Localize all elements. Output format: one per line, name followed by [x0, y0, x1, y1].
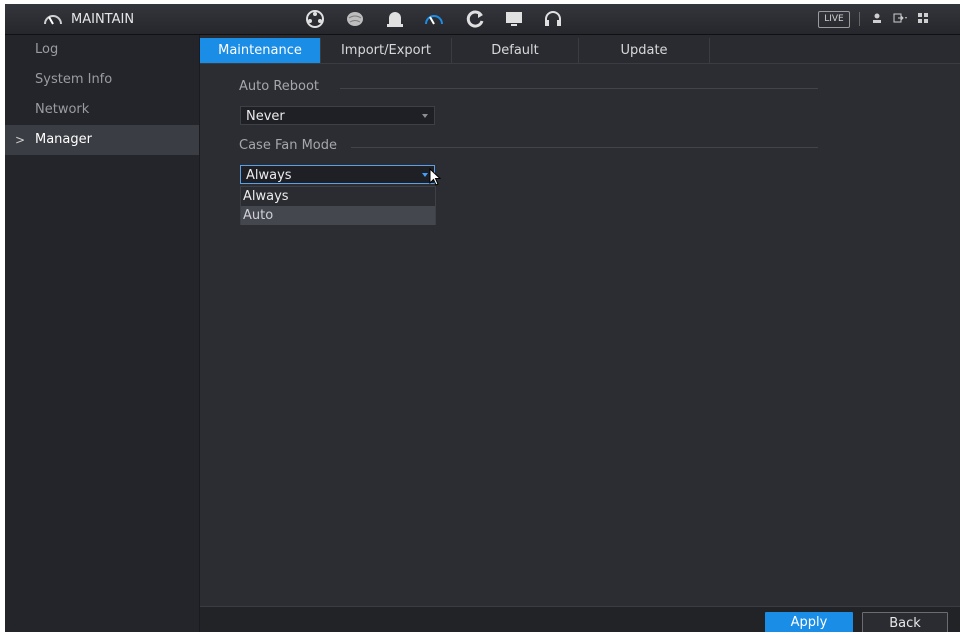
tab-update[interactable]: Update	[579, 38, 710, 63]
chevron-down-icon	[422, 173, 428, 177]
sidebar-item-label: Log	[35, 42, 59, 57]
sidebar-item-system-info[interactable]: System Info	[5, 65, 199, 95]
user-icon[interactable]	[871, 12, 883, 26]
section-divider	[351, 147, 818, 148]
monitor-icon[interactable]	[503, 8, 525, 30]
case-fan-mode-value: Always	[246, 168, 292, 183]
sidebar: Log System Info Network > Manager	[5, 35, 200, 632]
case-fan-mode-heading: Case Fan Mode	[239, 138, 337, 153]
sidebar-item-label: Network	[35, 102, 90, 117]
film-reel-icon[interactable]	[304, 8, 326, 30]
gauge-icon	[44, 15, 62, 25]
maintain-window: MAINTAIN LIVE Log System Info Network > …	[5, 4, 960, 632]
auto-reboot-select[interactable]: Never	[240, 106, 435, 125]
brain-icon[interactable]	[344, 8, 366, 30]
section-divider	[340, 88, 818, 89]
tab-default[interactable]: Default	[452, 38, 579, 63]
tab-import-export[interactable]: Import/Export	[321, 38, 452, 63]
sidebar-item-network[interactable]: Network	[5, 95, 199, 125]
top-bar: MAINTAIN LIVE	[5, 4, 960, 35]
refresh-icon[interactable]	[464, 8, 486, 30]
app-title-label: MAINTAIN	[71, 11, 135, 27]
live-button[interactable]: LIVE	[818, 11, 850, 28]
case-fan-mode-options: Always Auto	[240, 186, 436, 225]
app-title: MAINTAIN	[43, 4, 134, 34]
logout-icon[interactable]	[893, 12, 909, 26]
bottom-bar: Apply Back	[200, 606, 960, 632]
sidebar-item-manager[interactable]: > Manager	[5, 125, 199, 155]
auto-reboot-heading: Auto Reboot	[239, 79, 320, 94]
case-fan-mode-select[interactable]: Always	[240, 165, 435, 184]
auto-reboot-value: Never	[246, 109, 285, 124]
toolbar-divider	[859, 12, 860, 26]
bell-icon[interactable]	[384, 8, 406, 30]
option-always[interactable]: Always	[241, 187, 435, 206]
apply-button[interactable]: Apply	[765, 612, 853, 632]
headset-icon[interactable]	[542, 8, 564, 30]
mouse-pointer-icon	[429, 168, 442, 186]
chevron-right-icon: >	[15, 133, 26, 147]
sidebar-item-label: System Info	[35, 72, 113, 87]
option-auto[interactable]: Auto	[241, 206, 435, 225]
grid-icon[interactable]	[917, 12, 929, 26]
tab-maintenance[interactable]: Maintenance	[200, 38, 321, 63]
gauge-icon[interactable]	[423, 8, 445, 30]
back-button[interactable]: Back	[862, 612, 948, 632]
sidebar-item-log[interactable]: Log	[5, 35, 199, 65]
sidebar-item-label: Manager	[35, 132, 92, 147]
chevron-down-icon	[422, 114, 428, 118]
tab-bar: Maintenance Import/Export Default Update	[200, 35, 960, 64]
